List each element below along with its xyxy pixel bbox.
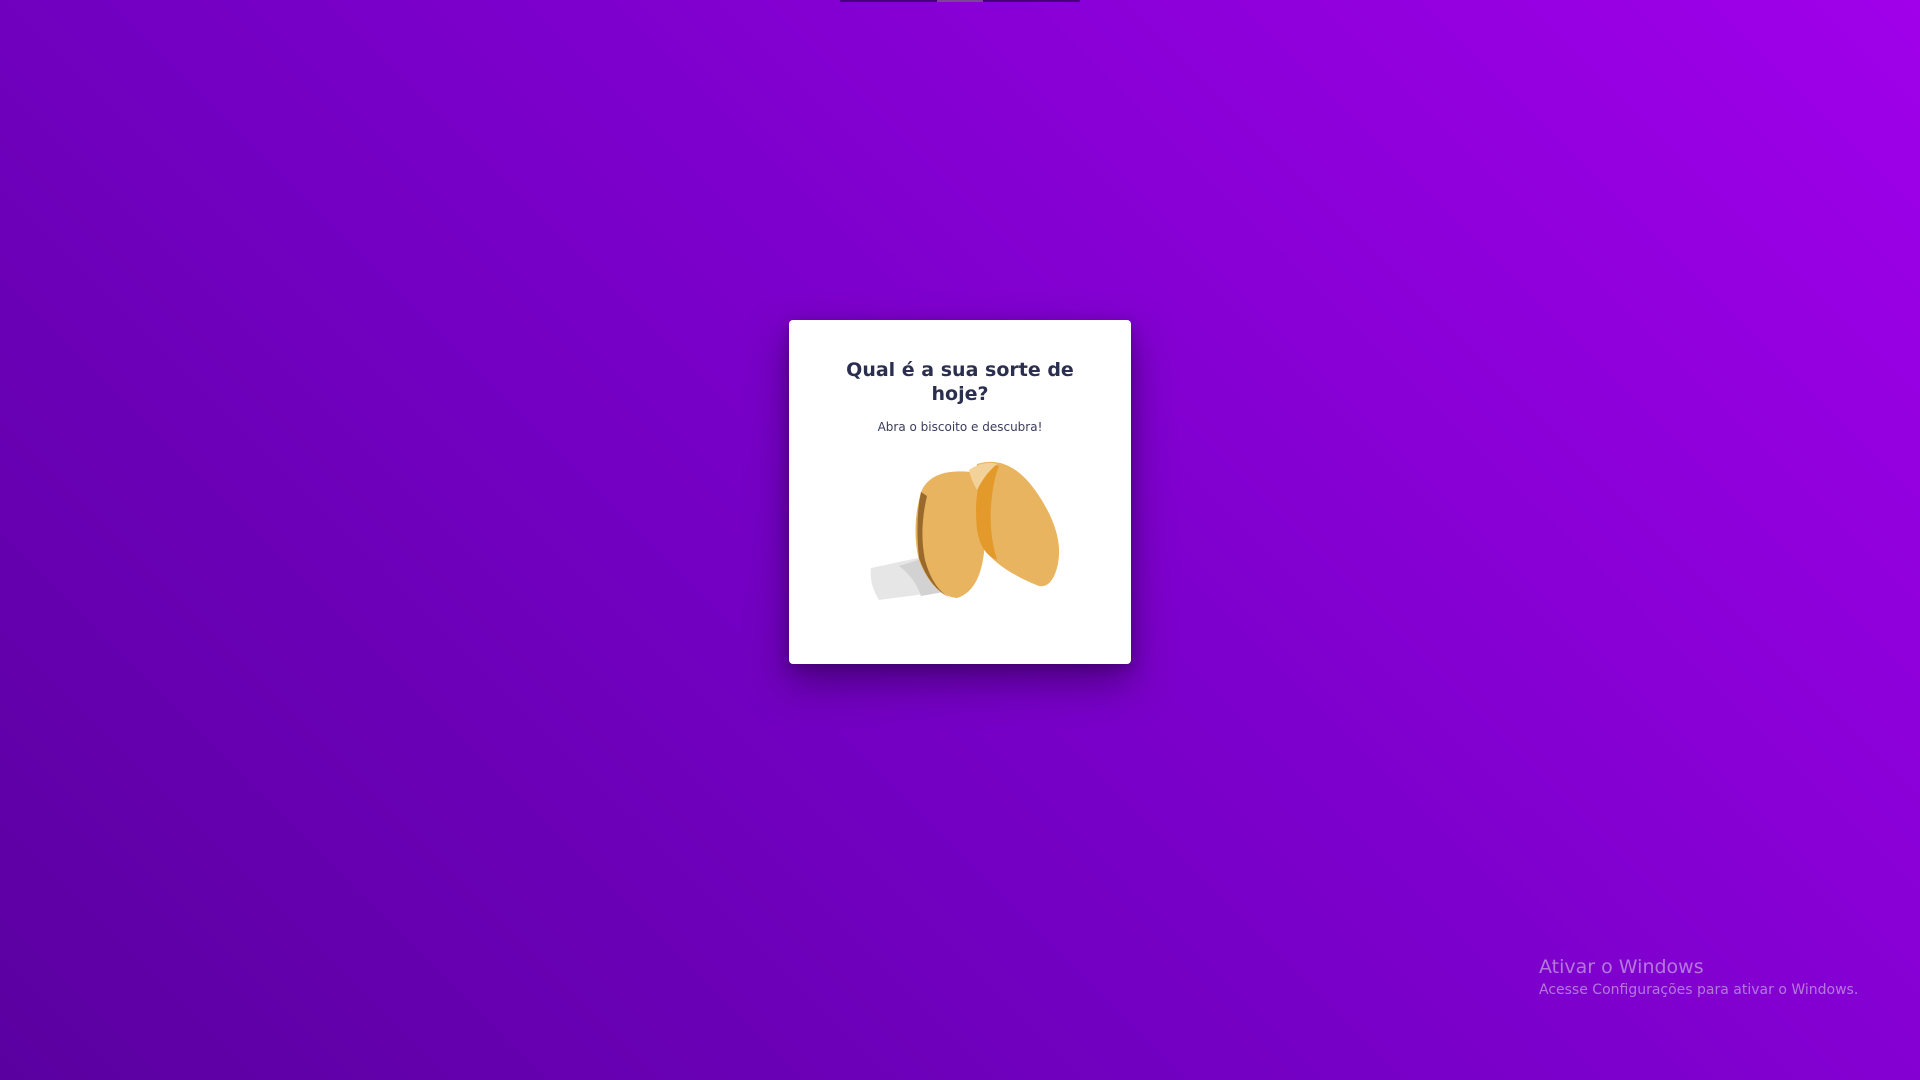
top-edge-bar-segment xyxy=(937,0,983,2)
top-edge-bar xyxy=(840,0,1080,2)
windows-activation-watermark: Ativar o Windows Acesse Configurações pa… xyxy=(1539,954,1858,1000)
fortune-card: Qual é a sua sorte de hoje? Abra o bisco… xyxy=(789,320,1131,664)
watermark-subtitle: Acesse Configurações para ativar o Windo… xyxy=(1539,982,1859,998)
card-title: Qual é a sua sorte de hoje? xyxy=(846,359,1074,405)
watermark-title: Ativar o Windows xyxy=(1539,956,1704,978)
card-subtitle: Abra o biscoito e descubra! xyxy=(877,420,1043,434)
fortune-cookie-icon[interactable] xyxy=(859,450,1069,620)
